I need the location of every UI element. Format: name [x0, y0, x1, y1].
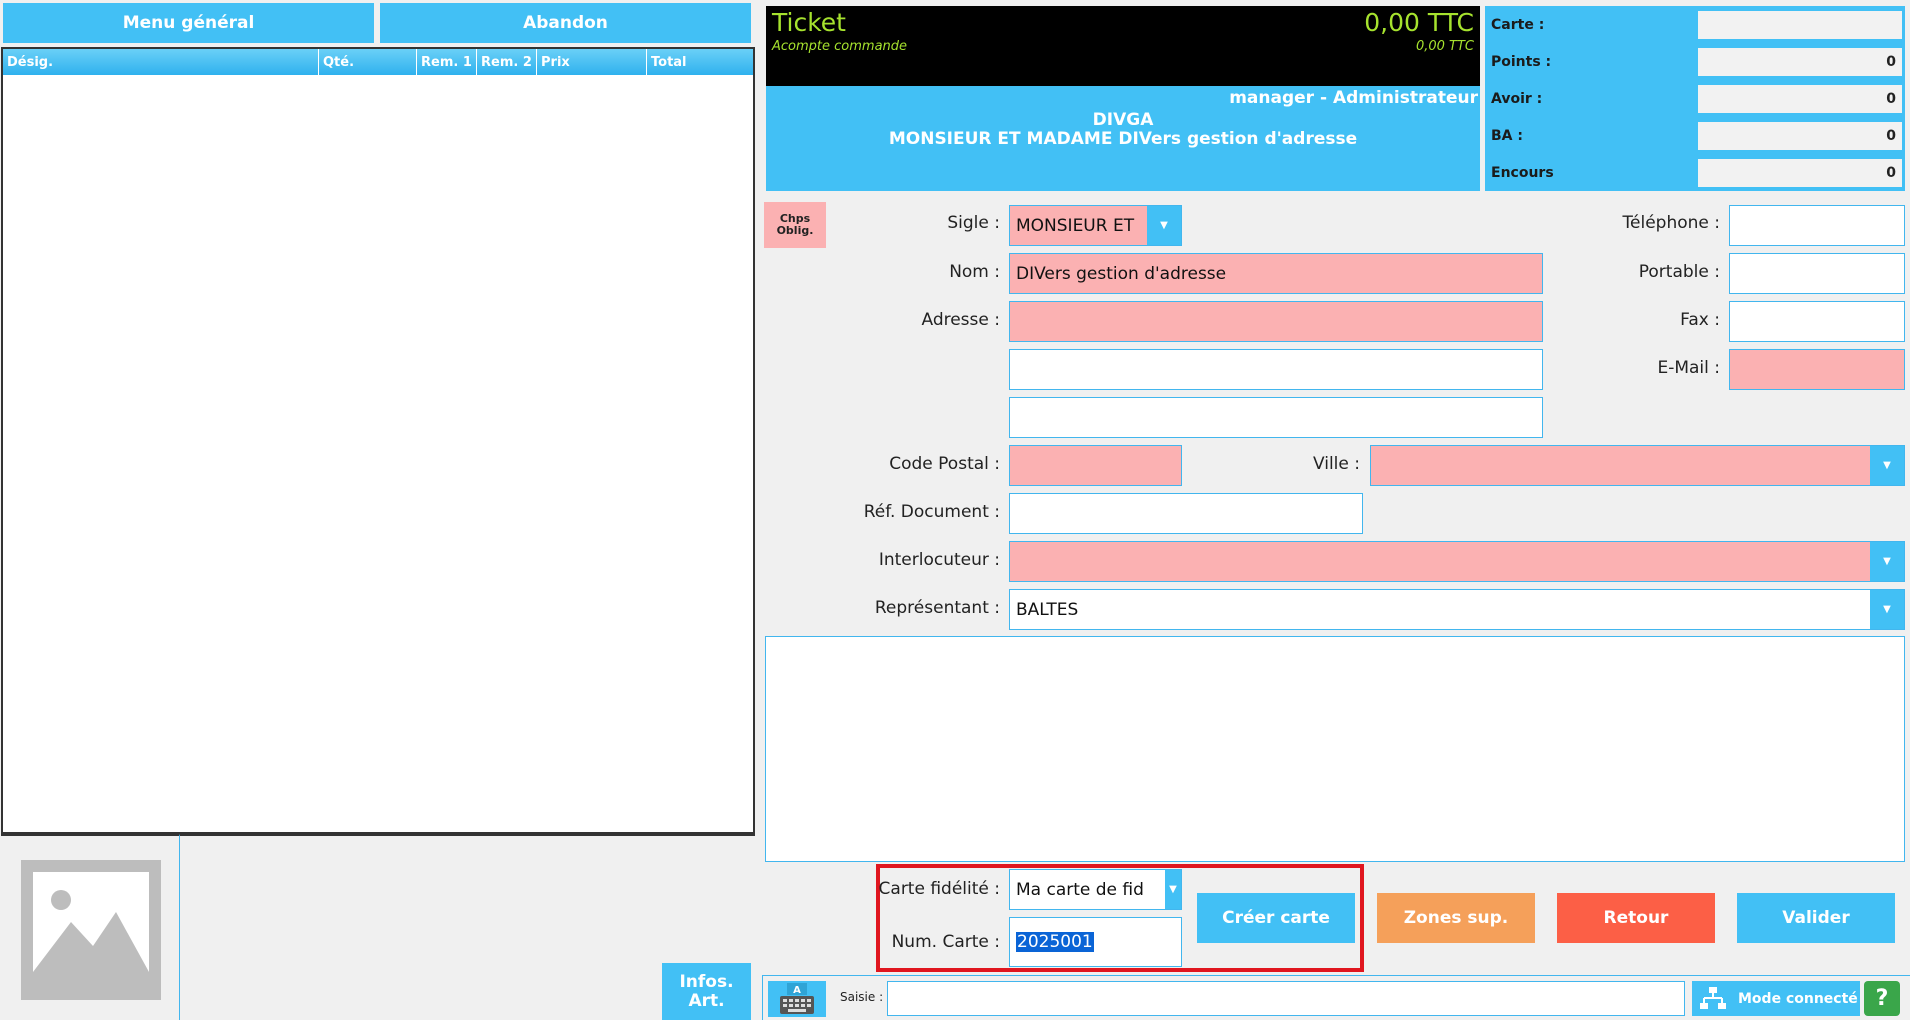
email-label: E-Mail :	[1657, 358, 1720, 378]
ticket-amount: 0,00 TTC	[1364, 8, 1474, 37]
carte-fidelite-value: Ma carte de fid	[1016, 879, 1144, 900]
saisie-input[interactable]	[887, 981, 1685, 1016]
virtual-keyboard-button[interactable]: A	[768, 981, 826, 1017]
representant-label: Représentant :	[874, 598, 1000, 618]
col-rem2[interactable]: Rem. 2	[477, 49, 537, 75]
points-value: 0	[1698, 48, 1902, 76]
representant-select[interactable]: BALTES ▼	[1009, 589, 1905, 630]
telephone-label: Téléphone :	[1622, 213, 1720, 233]
notes-textarea[interactable]	[765, 636, 1905, 862]
menu-general-button[interactable]: Menu général	[3, 3, 374, 43]
representant-dropdown-icon[interactable]: ▼	[1870, 590, 1904, 629]
col-total[interactable]: Total	[647, 49, 753, 75]
fax-field[interactable]	[1729, 301, 1905, 342]
infos-art-button[interactable]: Infos. Art.	[662, 963, 751, 1020]
encours-label: Encours	[1491, 165, 1554, 181]
nom-label: Nom :	[949, 262, 1000, 282]
portable-field[interactable]	[1729, 253, 1905, 294]
user-label: manager - Administrateur	[1229, 88, 1478, 108]
zones-sup-button[interactable]: Zones sup.	[1377, 893, 1535, 943]
retour-button[interactable]: Retour	[1557, 893, 1715, 943]
ville-dropdown-icon[interactable]: ▼	[1870, 446, 1904, 485]
num-carte-field[interactable]: 2025001	[1009, 917, 1182, 967]
table-header: Désig. Qté. Rem. 1 Rem. 2 Prix Total	[3, 49, 753, 75]
ref-document-label: Réf. Document :	[863, 502, 1000, 522]
abandon-button[interactable]: Abandon	[380, 3, 751, 43]
email-field[interactable]	[1729, 349, 1905, 390]
keyboard-icon: A	[780, 983, 814, 1014]
left-panel: Menu général Abandon Désig. Qté. Rem. 1 …	[0, 0, 758, 1020]
adresse-field-3[interactable]	[1009, 397, 1543, 438]
help-icon: ?	[1875, 986, 1889, 1011]
col-prix[interactable]: Prix	[537, 49, 647, 75]
saisie-label: Saisie :	[840, 990, 884, 1004]
nom-field[interactable]: DIVers gestion d'adresse	[1009, 253, 1543, 294]
network-icon	[1700, 986, 1726, 1009]
ba-label: BA :	[1491, 128, 1523, 144]
adresse-field-1[interactable]	[1009, 301, 1543, 342]
carte-fidelite-select[interactable]: Ma carte de fid ▼	[1009, 869, 1182, 910]
col-desig[interactable]: Désig.	[3, 49, 319, 75]
article-image-box	[1, 834, 180, 1020]
sigle-select[interactable]: MONSIEUR ET ▼	[1009, 205, 1182, 246]
points-label: Points :	[1491, 54, 1552, 70]
infos-art-line1: Infos.	[679, 971, 734, 992]
avoir-label: Avoir :	[1491, 91, 1543, 107]
creer-carte-button[interactable]: Créer carte	[1197, 893, 1355, 943]
portable-label: Portable :	[1638, 262, 1720, 282]
carte-fidelite-dropdown-icon[interactable]: ▼	[1165, 870, 1181, 909]
required-fields-badge: Chps Oblig.	[764, 202, 826, 248]
code-postal-label: Code Postal :	[889, 454, 1000, 474]
col-rem1[interactable]: Rem. 1	[417, 49, 477, 75]
telephone-field[interactable]	[1729, 205, 1905, 246]
carte-value	[1698, 11, 1902, 39]
interlocuteur-select[interactable]: ▼	[1009, 541, 1905, 582]
valider-button[interactable]: Valider	[1737, 893, 1895, 943]
mode-connecte-button[interactable]: Mode connecté	[1692, 981, 1860, 1016]
infos-art-line2: Art.	[688, 990, 725, 1011]
interlocuteur-dropdown-icon[interactable]: ▼	[1870, 542, 1904, 581]
num-carte-label: Num. Carte :	[891, 932, 1000, 952]
encours-value: 0	[1698, 159, 1902, 187]
sigle-label: Sigle :	[947, 213, 1000, 233]
adresse-field-2[interactable]	[1009, 349, 1543, 390]
help-button[interactable]: ?	[1864, 981, 1900, 1016]
required-badge-line2: Oblig.	[776, 224, 814, 237]
ref-document-field[interactable]	[1009, 493, 1363, 534]
sigle-value: MONSIEUR ET	[1016, 215, 1135, 236]
article-table: Désig. Qté. Rem. 1 Rem. 2 Prix Total	[1, 47, 755, 834]
image-placeholder-icon	[21, 860, 161, 1000]
ticket-title: Ticket	[772, 8, 846, 37]
client-code: DIVGA	[1092, 110, 1154, 130]
num-carte-value: 2025001	[1016, 932, 1094, 952]
ticket-sub-amount: 0,00 TTC	[1415, 39, 1474, 54]
col-qte[interactable]: Qté.	[319, 49, 417, 75]
client-name: MONSIEUR ET MADAME DIVers gestion d'adre…	[888, 129, 1358, 149]
representant-value: BALTES	[1016, 599, 1079, 620]
carte-label: Carte :	[1491, 17, 1545, 33]
sigle-dropdown-icon[interactable]: ▼	[1147, 206, 1181, 245]
adresse-label: Adresse :	[921, 310, 1000, 330]
interlocuteur-label: Interlocuteur :	[878, 550, 1000, 570]
customer-stats-panel: Carte : Points : 0 Avoir : 0 BA : 0 Enco…	[1485, 6, 1905, 191]
mode-connecte-label: Mode connecté	[1738, 990, 1858, 1007]
client-banner: manager - Administrateur DIVGA MONSIEUR …	[766, 86, 1480, 191]
ticket-subtitle: Acompte commande	[772, 39, 908, 54]
avoir-value: 0	[1698, 85, 1902, 113]
carte-fidelite-label: Carte fidélité :	[878, 879, 1000, 899]
code-postal-field[interactable]	[1009, 445, 1182, 486]
ville-select[interactable]: ▼	[1370, 445, 1905, 486]
ba-value: 0	[1698, 122, 1902, 150]
ville-label: Ville :	[1312, 454, 1360, 474]
ticket-header: Ticket 0,00 TTC Acompte commande 0,00 TT…	[766, 6, 1480, 86]
svg-text:A: A	[793, 985, 801, 996]
fax-label: Fax :	[1680, 310, 1720, 330]
